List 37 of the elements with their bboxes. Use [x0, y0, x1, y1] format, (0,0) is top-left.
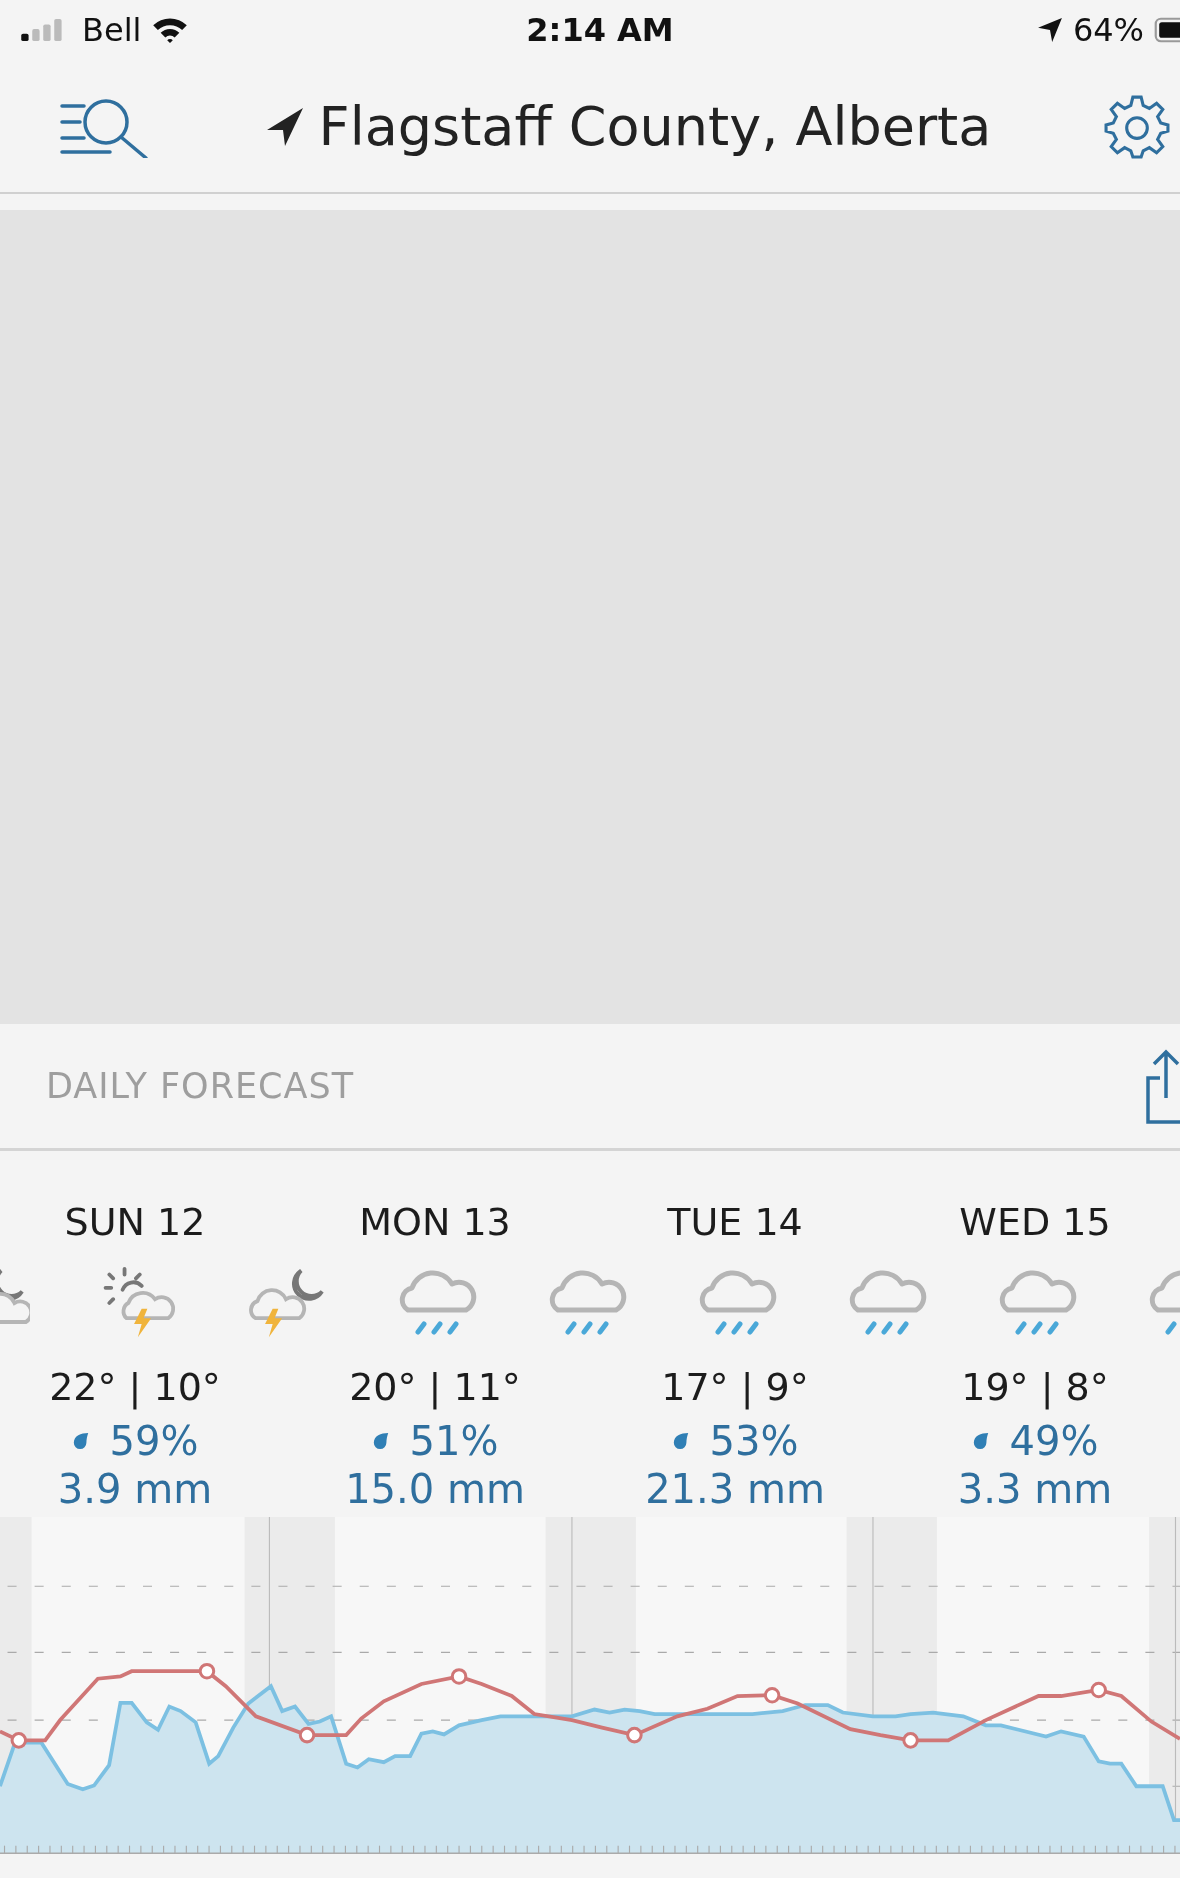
temperature-marker	[902, 1732, 919, 1749]
temperature-range: 19° | 8°	[960, 1364, 1110, 1412]
temperature-marker	[10, 1732, 28, 1749]
day-label[interactable]: MON 13	[285, 1191, 585, 1253]
precipitation-chance: 59%	[109, 1418, 199, 1464]
precipitation-amount: 15.0 mm	[344, 1467, 526, 1514]
temperature-marker	[450, 1668, 468, 1685]
section-title: DAILY FORECAST	[46, 1066, 355, 1106]
day-label[interactable]: SUN 12	[0, 1191, 285, 1253]
raindrop-icon	[671, 1432, 690, 1450]
precipitation-amount: 3.3 mm	[956, 1467, 1114, 1514]
settings-icon[interactable]	[1104, 93, 1170, 159]
precipitation-chance: 51%	[409, 1418, 499, 1464]
status-time: 2:14 AM	[526, 11, 674, 49]
day-label[interactable]: WED 15	[885, 1191, 1180, 1253]
raindrop-icon	[71, 1432, 90, 1450]
precipitation-amount: 3.9 mm	[56, 1467, 214, 1514]
temperature-marker	[626, 1726, 643, 1744]
precipitation-amount: 21.3 mm	[644, 1467, 826, 1514]
day-label[interactable]: TUE 14	[585, 1191, 885, 1253]
raindrop-icon	[971, 1432, 990, 1450]
temperature-range: 20° | 11°	[348, 1364, 522, 1412]
temperature-range: 22° | 10°	[48, 1364, 222, 1412]
battery-percent: 64%	[1072, 11, 1144, 49]
temperature-marker	[763, 1686, 781, 1704]
temperature-range: 17° | 9°	[660, 1364, 810, 1412]
temperature-marker	[298, 1726, 316, 1744]
carrier-name: Bell	[82, 11, 142, 49]
location-title[interactable]: Flagstaff County, Alberta	[318, 94, 992, 158]
temperature-marker	[198, 1662, 216, 1680]
battery-icon	[1154, 15, 1180, 45]
temperature-marker	[1090, 1681, 1107, 1699]
precipitation-chance: 49%	[1009, 1418, 1099, 1464]
location-arrow-icon	[1036, 17, 1063, 43]
wifi-icon	[151, 16, 190, 44]
raindrop-icon	[371, 1432, 390, 1450]
precipitation-chance: 53%	[709, 1418, 799, 1464]
